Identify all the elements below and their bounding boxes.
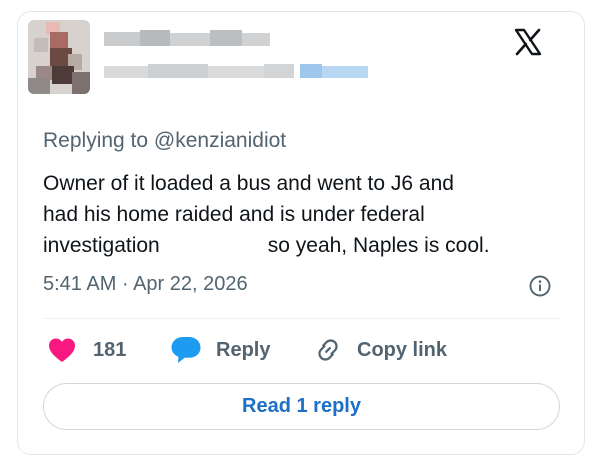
- replying-handle-link[interactable]: @kenzianidiot: [154, 129, 286, 152]
- tweet-line: had his home raided and is under federal: [43, 203, 425, 226]
- tweet-timestamp[interactable]: 5:41 AM · Apr 22, 2026: [43, 273, 248, 296]
- like-button[interactable]: 181: [47, 334, 126, 366]
- speech-bubble-icon: [170, 335, 202, 365]
- reply-button[interactable]: Reply: [170, 334, 270, 366]
- reply-label: Reply: [216, 338, 271, 361]
- replying-to: Replying to @kenzianidiot: [43, 129, 286, 153]
- copy-link-label: Copy link: [357, 338, 448, 361]
- tweet-date: Apr 22, 2026: [133, 273, 248, 295]
- tweet-line: Owner of it loaded a bus and went to J6 …: [43, 172, 454, 195]
- tweet-actions: 181 Reply Copy link: [43, 334, 563, 366]
- timestamp-separator: ·: [121, 273, 129, 295]
- heart-icon: [47, 336, 77, 364]
- read-replies-button[interactable]: Read 1 reply: [43, 383, 560, 430]
- divider: [43, 318, 560, 319]
- like-count: 181: [93, 338, 127, 361]
- info-icon[interactable]: [528, 274, 552, 298]
- replying-prefix: Replying to: [43, 129, 149, 152]
- tweet-header: [28, 20, 544, 100]
- copy-link-button[interactable]: Copy link: [313, 334, 447, 366]
- tweet-time: 5:41 AM: [43, 273, 117, 295]
- tweet-text: Owner of it loaded a bus and went to J6 …: [43, 168, 563, 261]
- tweet-line: investigation so yeah, Naples is cool.: [43, 230, 563, 261]
- tweet-line-end: so yeah, Naples is cool.: [267, 234, 490, 257]
- avatar[interactable]: [28, 20, 90, 94]
- link-icon: [313, 335, 343, 365]
- author-name-redacted[interactable]: [104, 30, 270, 48]
- x-logo-icon[interactable]: [512, 26, 544, 58]
- tweet-line-start: investigation: [43, 234, 160, 257]
- author-handle-redacted[interactable]: [104, 64, 368, 80]
